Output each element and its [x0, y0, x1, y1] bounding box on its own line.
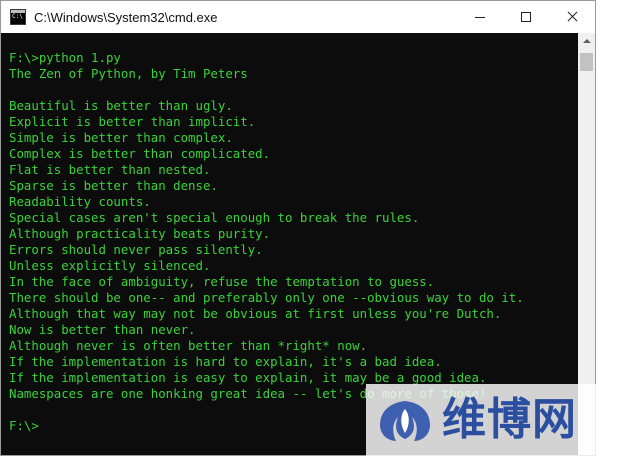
scroll-up-arrow-icon[interactable] — [578, 33, 595, 50]
maximize-icon[interactable] — [503, 1, 549, 33]
console-line: Errors should never pass silently. — [9, 242, 263, 257]
console-line: Although that way may not be obvious at … — [9, 306, 502, 321]
cmd-console-icon[interactable] — [10, 9, 26, 25]
watermark-text: 维博网 — [442, 394, 577, 445]
console-line: Unless explicitly silenced. — [9, 258, 211, 273]
console-line: Special cases aren't special enough to b… — [9, 210, 420, 225]
console-line: Readability counts. — [9, 194, 151, 209]
console-line: Beautiful is better than ugly. — [9, 98, 233, 113]
console-line: The Zen of Python, by Tim Peters — [9, 66, 248, 81]
weibo-net-logo — [380, 401, 430, 441]
window-controls — [457, 1, 595, 33]
console-line: Complex is better than complicated. — [9, 146, 271, 161]
console-line: Explicit is better than implicit. — [9, 114, 256, 129]
console-line: Now is better than never. — [9, 322, 196, 337]
console-line: Flat is better than nested. — [9, 162, 211, 177]
window-title: C:\Windows\System32\cmd.exe — [34, 9, 218, 25]
console-line: Sparse is better than dense. — [9, 178, 218, 193]
console-line: If the implementation is hard to explain… — [9, 354, 442, 369]
watermark: 维博网 — [366, 384, 620, 456]
scroll-thumb[interactable] — [580, 53, 593, 71]
console-line: In the face of ambiguity, refuse the tem… — [9, 274, 435, 289]
console-line: Although never is often better than *rig… — [9, 338, 368, 353]
console-line: There should be one-- and preferably onl… — [9, 290, 524, 305]
minimize-icon[interactable] — [457, 1, 503, 33]
console-line: F:\>python 1.py — [9, 50, 121, 65]
console-text: F:\>python 1.py The Zen of Python, by Tim… — [9, 50, 524, 434]
console-line: Simple is better than complex. — [9, 130, 233, 145]
close-icon[interactable] — [549, 1, 595, 33]
title-bar[interactable]: C:\Windows\System32\cmd.exe — [1, 1, 595, 33]
console-line: Although practicality beats purity. — [9, 226, 271, 241]
